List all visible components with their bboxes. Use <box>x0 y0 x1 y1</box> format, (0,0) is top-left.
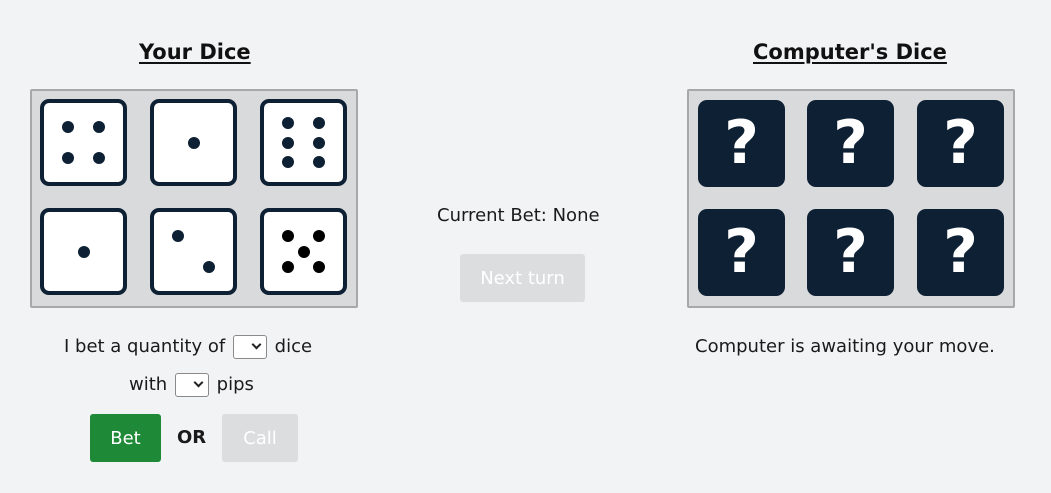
die-pip <box>93 152 106 165</box>
die-pip <box>281 229 294 242</box>
die-pip <box>313 136 326 149</box>
next-turn-button[interactable]: Next turn <box>460 254 585 302</box>
die-pip <box>313 156 326 169</box>
call-button[interactable]: Call <box>222 414 298 462</box>
die-pip <box>297 245 310 258</box>
hidden-die-3: ? <box>917 100 1004 187</box>
player-dice-board <box>30 89 358 308</box>
bet-button[interactable]: Bet <box>90 414 161 462</box>
your-dice-heading: Your Dice <box>139 40 251 64</box>
with-label: with <box>129 374 168 395</box>
die-pip <box>171 229 184 242</box>
die-pip <box>313 229 326 242</box>
computer-dice-heading: Computer's Dice <box>753 40 947 64</box>
player-die-1 <box>40 99 127 186</box>
hidden-die-4: ? <box>698 209 785 296</box>
die-pip <box>61 120 74 133</box>
player-die-3 <box>260 99 347 186</box>
hidden-die-6: ? <box>917 209 1004 296</box>
die-pip <box>281 156 294 169</box>
player-die-6 <box>260 208 347 295</box>
bet-prefix-label: I bet a quantity of <box>64 336 226 357</box>
player-die-5 <box>150 208 237 295</box>
computer-status-text: Computer is awaiting your move. <box>695 336 995 357</box>
die-pip <box>313 261 326 274</box>
current-bet-text: Current Bet: None <box>437 205 600 226</box>
computer-dice-board: ? ? ? ? ? ? <box>687 89 1015 308</box>
die-pip <box>313 116 326 129</box>
bet-quantity-row: I bet a quantity of dice <box>64 335 312 359</box>
or-label: OR <box>177 427 207 448</box>
die-pip <box>93 120 106 133</box>
chevron-down-icon <box>251 339 262 350</box>
bet-pips-row: with pips <box>129 373 254 397</box>
pips-suffix-label: pips <box>216 374 254 395</box>
die-pip <box>203 261 216 274</box>
hidden-die-2: ? <box>807 100 894 187</box>
hidden-die-5: ? <box>807 209 894 296</box>
die-pip <box>77 245 90 258</box>
die-pip <box>61 152 74 165</box>
hidden-die-1: ? <box>698 100 785 187</box>
die-pip <box>281 116 294 129</box>
die-pip <box>281 136 294 149</box>
die-pip <box>281 261 294 274</box>
player-die-4 <box>40 208 127 295</box>
chevron-down-icon <box>193 377 204 388</box>
pips-select[interactable] <box>174 373 209 397</box>
quantity-select[interactable] <box>232 335 267 359</box>
dice-suffix-label: dice <box>274 336 313 357</box>
player-die-2 <box>150 99 237 186</box>
die-pip <box>187 136 200 149</box>
